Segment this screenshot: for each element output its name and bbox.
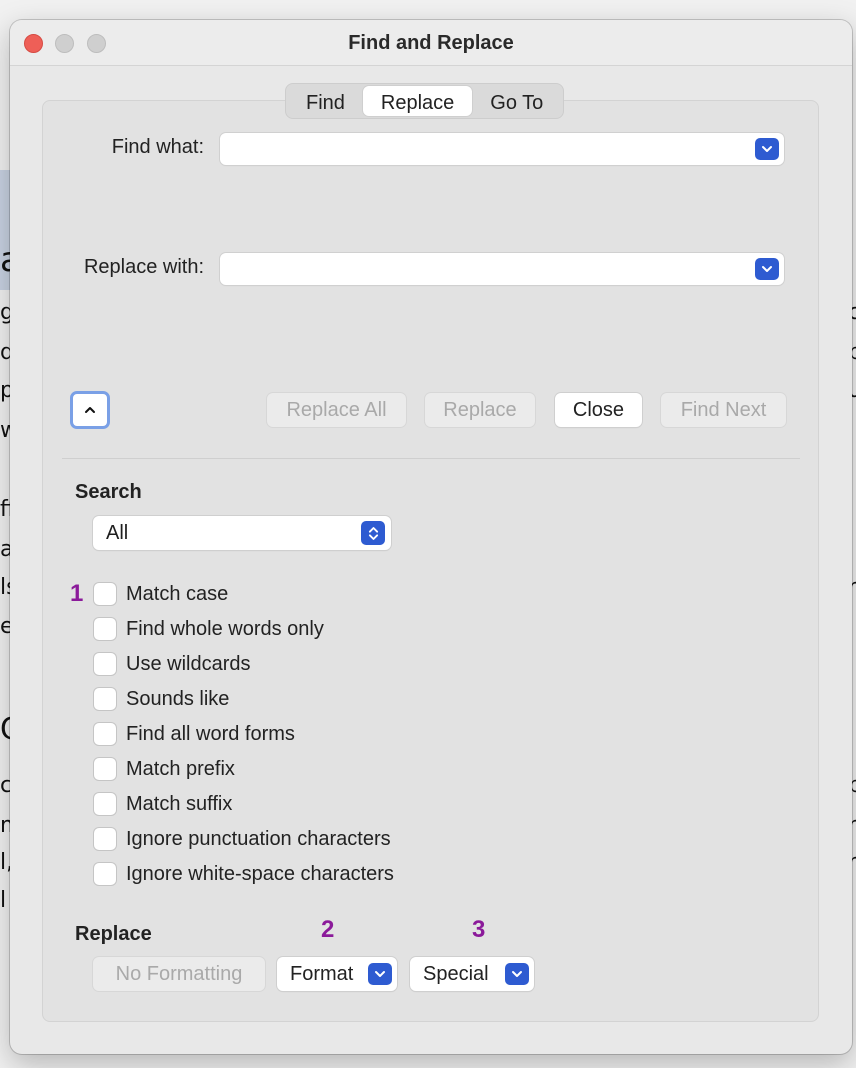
replace-history-dropdown-button[interactable] xyxy=(755,258,779,280)
replace-section-title: Replace xyxy=(75,923,152,945)
collapse-options-button[interactable] xyxy=(70,391,110,429)
annotation-marker-3: 3 xyxy=(472,916,486,943)
option-word-forms[interactable]: Find all word forms xyxy=(94,721,295,747)
doc-text-fragment: l xyxy=(0,888,7,913)
find-history-dropdown-button[interactable] xyxy=(755,138,779,160)
updown-chevron-icon xyxy=(361,521,385,545)
option-label: Ignore punctuation characters xyxy=(126,827,391,850)
replace-all-button[interactable]: Replace All xyxy=(267,393,406,427)
option-label: Ignore white-space characters xyxy=(126,862,394,885)
option-whole-words[interactable]: Find whole words only xyxy=(94,616,324,642)
chevron-down-icon xyxy=(512,971,522,977)
option-match-case[interactable]: Match case xyxy=(94,581,228,607)
option-ignore-whitespace[interactable]: Ignore white-space characters xyxy=(94,861,394,887)
special-dropdown-arrow xyxy=(505,963,529,985)
format-menu-button[interactable]: Format xyxy=(277,957,397,991)
option-ignore-punctuation[interactable]: Ignore punctuation characters xyxy=(94,826,391,852)
tab-bar: Find Replace Go To xyxy=(285,83,565,119)
title-bar: Find and Replace xyxy=(10,20,852,66)
annotation-marker-2: 2 xyxy=(321,916,335,943)
option-match-prefix[interactable]: Match prefix xyxy=(94,756,235,782)
find-replace-dialog: Find and Replace Find Replace Go To Find… xyxy=(10,20,852,1054)
tab-go-to[interactable]: Go To xyxy=(472,86,561,116)
option-sounds-like[interactable]: Sounds like xyxy=(94,686,229,712)
option-label: Match prefix xyxy=(126,757,235,780)
replace-with-input[interactable] xyxy=(220,253,744,285)
option-label: Sounds like xyxy=(126,687,230,710)
checkbox[interactable] xyxy=(94,758,116,780)
replace-with-combo xyxy=(220,253,784,285)
search-direction-value: All xyxy=(106,521,129,544)
option-label: Find whole words only xyxy=(126,617,324,640)
checkbox[interactable] xyxy=(94,723,116,745)
find-what-input[interactable] xyxy=(220,133,744,165)
option-label: Match suffix xyxy=(126,792,233,815)
close-button[interactable]: Close xyxy=(555,393,642,427)
search-direction-select[interactable]: All xyxy=(93,516,391,550)
checkbox[interactable] xyxy=(94,793,116,815)
search-section-title: Search xyxy=(75,481,142,503)
replace-with-label: Replace with: xyxy=(83,256,204,278)
annotation-marker-1: 1 xyxy=(70,580,84,607)
option-match-suffix[interactable]: Match suffix xyxy=(94,791,232,817)
special-menu-button[interactable]: Special xyxy=(410,957,534,991)
format-dropdown-arrow xyxy=(368,963,392,985)
find-what-combo xyxy=(220,133,784,165)
option-label: Match case xyxy=(126,582,229,605)
find-next-button[interactable]: Find Next xyxy=(661,393,786,427)
checkbox[interactable] xyxy=(94,653,116,675)
option-label: Use wildcards xyxy=(126,652,251,675)
section-divider xyxy=(62,458,800,459)
chevron-up-icon xyxy=(85,407,95,413)
chevron-down-icon xyxy=(375,971,385,977)
checkbox[interactable] xyxy=(94,688,116,710)
tab-find[interactable]: Find xyxy=(288,86,363,116)
replace-button[interactable]: Replace xyxy=(425,393,535,427)
checkbox[interactable] xyxy=(94,828,116,850)
window-title: Find and Replace xyxy=(348,32,514,54)
special-label: Special xyxy=(423,962,489,985)
format-label: Format xyxy=(290,962,354,985)
tab-replace[interactable]: Replace xyxy=(362,86,473,116)
checkbox[interactable] xyxy=(94,583,116,605)
option-label: Find all word forms xyxy=(126,722,295,745)
find-what-label: Find what: xyxy=(111,136,204,158)
chevron-down-icon xyxy=(762,146,772,152)
checkbox[interactable] xyxy=(94,618,116,640)
checkbox[interactable] xyxy=(94,863,116,885)
no-formatting-button[interactable]: No Formatting xyxy=(93,957,265,991)
chevron-down-icon xyxy=(762,266,772,272)
option-wildcards[interactable]: Use wildcards xyxy=(94,651,250,677)
